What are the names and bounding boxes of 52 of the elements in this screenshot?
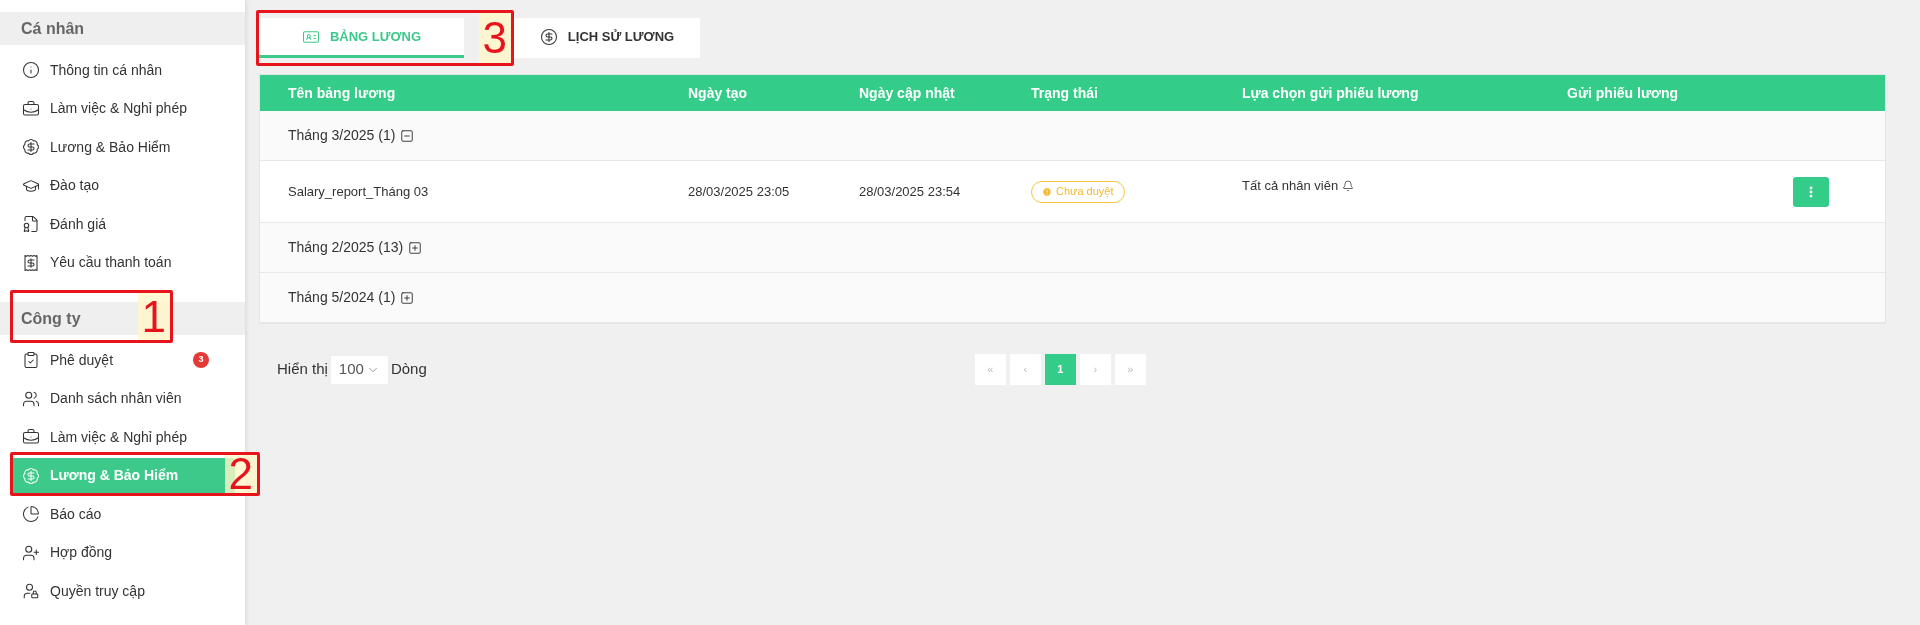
- sidebar-item[interactable]: Làm việc & Nghỉ phép: [10, 90, 235, 127]
- group-label: Tháng 2/2025 (13): [288, 238, 404, 257]
- table-cell-text: Tất cả nhân viên: [1242, 176, 1339, 195]
- column-header: Ngày cập nhật: [859, 83, 956, 103]
- sidebar-item[interactable]: Làm việc & Nghỉ phép: [10, 419, 235, 455]
- table-cell-text: Salary_report_Tháng 03: [288, 182, 430, 201]
- pie-chart-icon: [22, 505, 40, 523]
- dollar-coin-icon: [539, 27, 558, 46]
- bell-icon[interactable]: [1342, 179, 1355, 192]
- info-icon: [22, 61, 40, 79]
- user-lock-icon: [22, 582, 40, 600]
- column-header: Lựa chọn gửi phiếu lương: [1242, 83, 1420, 103]
- group-label: Tháng 3/2025 (1): [288, 126, 396, 145]
- expand-icon[interactable]: [400, 290, 415, 305]
- user-plus-icon: [22, 543, 40, 562]
- dollar-badge-icon: [22, 466, 40, 485]
- briefcase-icon: [22, 428, 40, 446]
- table-cell-text: 28/03/2025 23:05: [688, 182, 791, 201]
- show-label: Hiển thị: [277, 359, 328, 380]
- annotation-number: 1: [137, 293, 170, 340]
- sidebar-item[interactable]: Lương & Bảo Hiểm: [10, 129, 235, 165]
- collapse-icon[interactable]: [400, 128, 415, 143]
- column-header: Gửi phiếu lương: [1567, 83, 1680, 103]
- column-header: Trạng thái: [1031, 83, 1099, 103]
- document-badge-icon: [22, 215, 40, 233]
- sidebar-item[interactable]: Quyền truy cập: [10, 573, 235, 609]
- section-header: Cá nhân: [0, 12, 245, 45]
- rows-label: Dòng: [390, 359, 427, 380]
- receipt-icon: [22, 253, 40, 272]
- expand-icon[interactable]: [408, 240, 423, 255]
- sidebar-item[interactable]: Thông tin cá nhân: [10, 52, 235, 88]
- sidebar-item[interactable]: Đánh giá: [10, 206, 235, 242]
- sidebar-item[interactable]: Phê duyệt 3: [10, 342, 235, 378]
- column-header: Ngày tạo: [688, 83, 749, 103]
- users-icon: [22, 389, 40, 408]
- briefcase-icon: [22, 99, 40, 118]
- column-header: Tên bảng lương: [288, 83, 397, 103]
- group-label: Tháng 5/2024 (1): [288, 288, 396, 307]
- table-cell-text: 28/03/2025 23:54: [859, 182, 962, 201]
- alert-icon: [1042, 186, 1052, 197]
- sidebar-item[interactable]: Danh sách nhân viên: [10, 380, 235, 417]
- clipboard-check-icon: [22, 351, 40, 369]
- sidebar-item[interactable]: Hợp đồng: [10, 534, 235, 571]
- annotation-number: 3: [478, 13, 511, 63]
- annotation-number: 2: [224, 455, 257, 493]
- count-badge: 3: [193, 352, 209, 368]
- sidebar-item[interactable]: Yêu cầu thanh toán: [10, 244, 235, 281]
- sidebar-item[interactable]: Đào tạo: [10, 167, 235, 204]
- tab[interactable]: LỊCH SỬ LƯƠNG: [514, 18, 700, 58]
- sidebar-item[interactable]: Báo cáo: [10, 496, 235, 532]
- page-size-select[interactable]: 100: [329, 354, 389, 385]
- dollar-badge-icon: [22, 138, 40, 156]
